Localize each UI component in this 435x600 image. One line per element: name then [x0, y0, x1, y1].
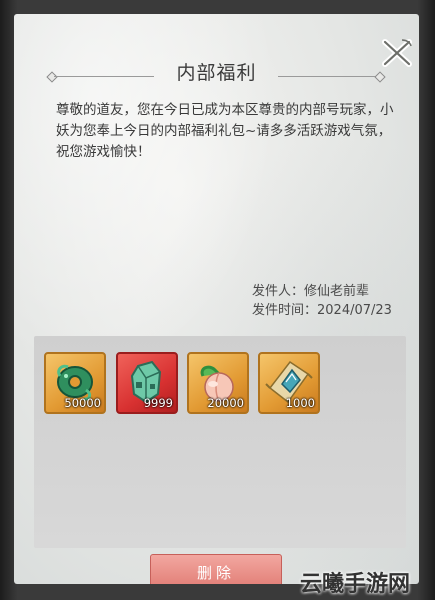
close-button[interactable] [380, 36, 414, 70]
reward-count: 20000 [207, 396, 244, 410]
reward-item-4[interactable]: 1000 [258, 352, 320, 414]
reward-count: 1000 [285, 396, 315, 410]
reward-count: 9999 [143, 396, 173, 410]
site-watermark: 云曦手游网 [300, 572, 411, 597]
mail-dialog: 内部福利 尊敬的道友，您在今日已成为本区尊贵的内部号玩家，小妖为您奉上今日的内部… [14, 14, 419, 584]
reward-item-2[interactable]: 9999 [116, 352, 178, 414]
send-time: 发件时间：2024/07/23 [252, 303, 392, 318]
dialog-title: 内部福利 [176, 62, 257, 84]
mail-message: 尊敬的道友，您在今日已成为本区尊贵的内部号玩家，小妖为您奉上今日的内部福利礼包~… [56, 102, 394, 160]
reward-item-3[interactable]: 20000 [187, 352, 249, 414]
title-divider-right [278, 76, 378, 77]
reward-item-1[interactable]: 50000 [44, 352, 106, 414]
reward-count: 50000 [64, 396, 101, 410]
sender-name: 发件人：修仙老前辈 [252, 284, 370, 299]
close-icon [382, 39, 412, 67]
delete-button[interactable]: 删除 [150, 554, 282, 584]
sender-info: 发件人：修仙老前辈 发件时间：2024/07/23 [252, 282, 392, 320]
